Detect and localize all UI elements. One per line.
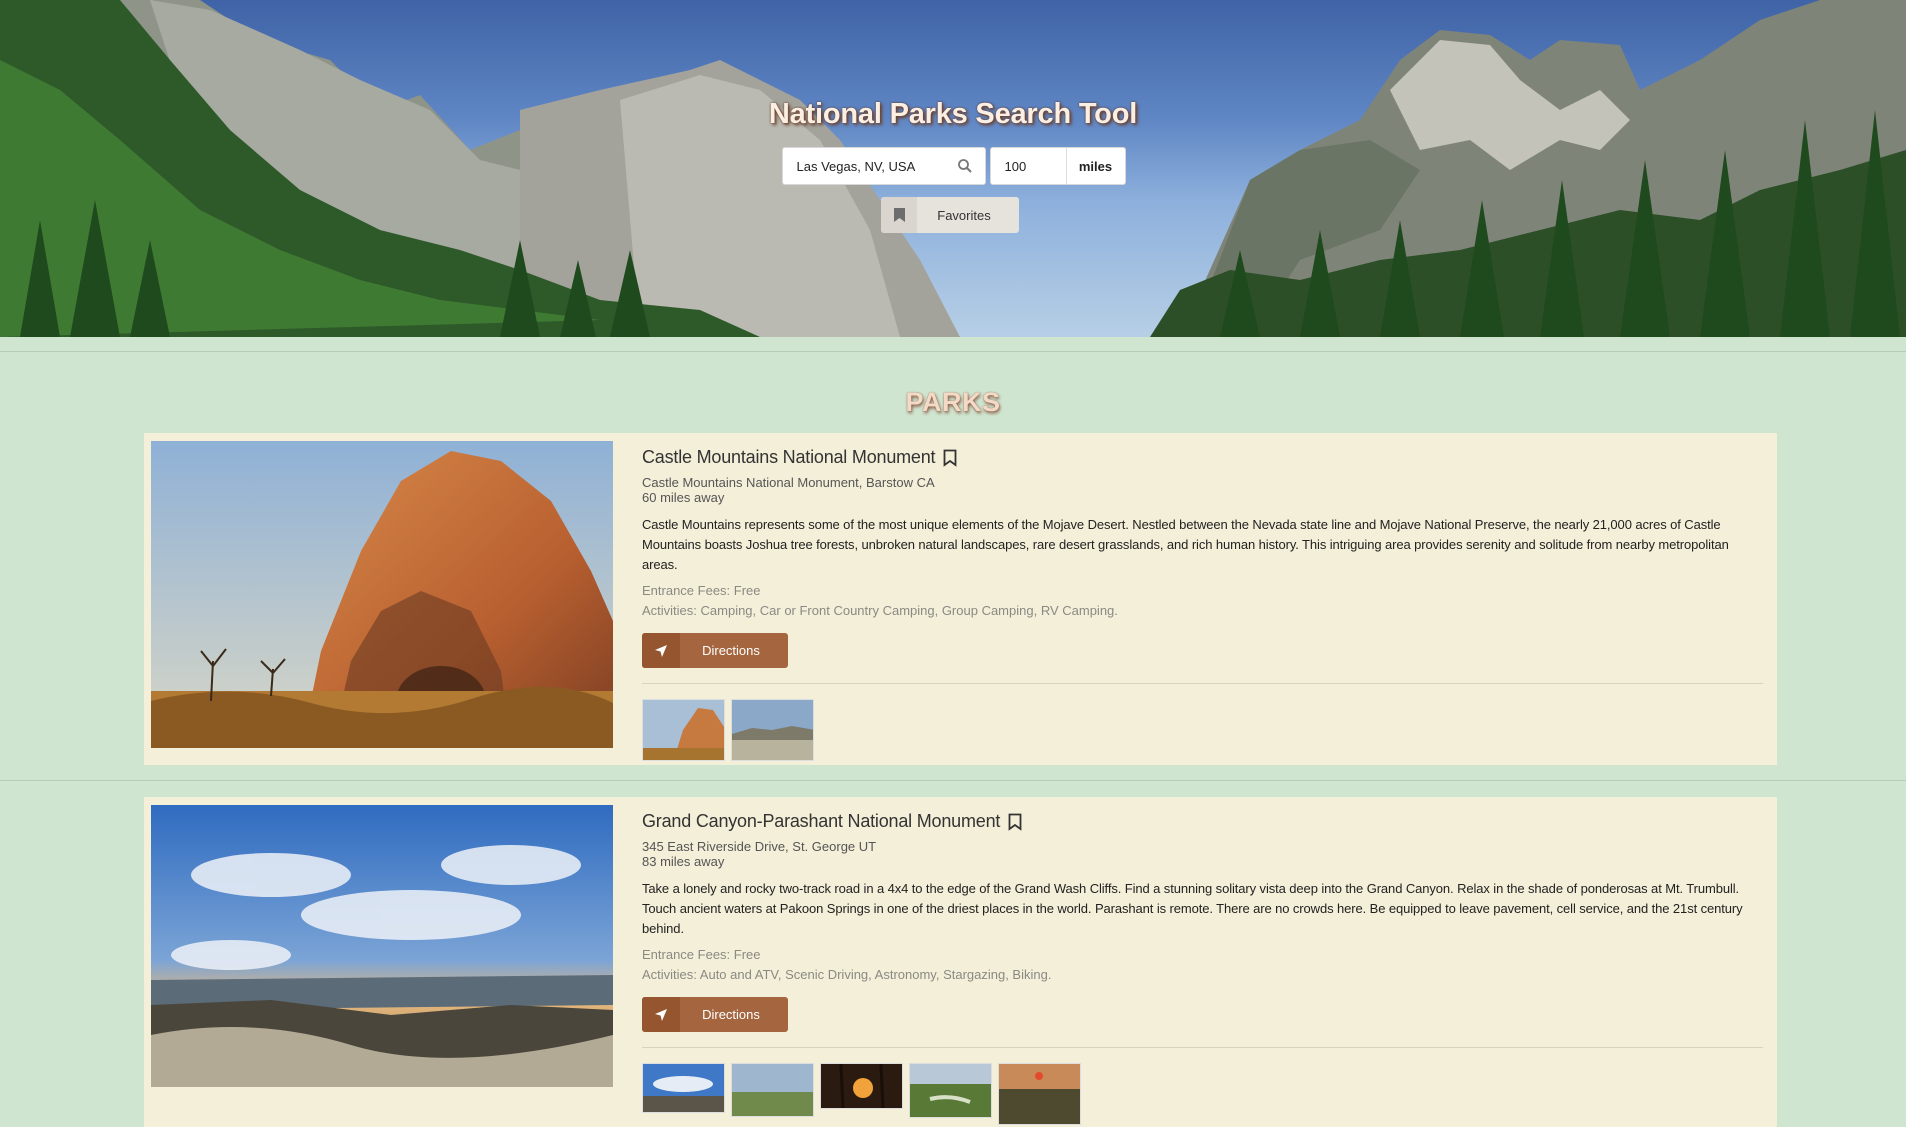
favorites-label: Favorites — [937, 207, 991, 223]
bookmark-icon[interactable] — [943, 449, 957, 467]
location-arrow-icon — [642, 997, 680, 1032]
directions-button[interactable]: Directions — [642, 633, 788, 668]
bookmark-icon — [881, 197, 917, 233]
directions-label: Directions — [702, 1007, 760, 1022]
park-fees: Entrance Fees: Free — [642, 947, 761, 962]
photo-thumbnail[interactable] — [820, 1063, 903, 1109]
park-activities: Activities: Auto and ATV, Scenic Driving… — [642, 967, 1052, 982]
card-divider — [642, 683, 1763, 684]
distance-group: miles — [989, 147, 1126, 185]
hero-banner: National Parks Search Tool miles Favorit… — [0, 0, 1906, 337]
location-search-box[interactable] — [781, 147, 986, 185]
directions-button[interactable]: Directions — [642, 997, 788, 1032]
park-distance: 83 miles away — [642, 854, 725, 869]
park-card: Castle Mountains National Monument Castl… — [144, 433, 1777, 765]
park-title-row: Castle Mountains National Monument — [642, 447, 1757, 468]
directions-label: Directions — [702, 643, 760, 658]
park-fees: Entrance Fees: Free — [642, 583, 761, 598]
park-card-body: Grand Canyon-Parashant National Monument… — [642, 805, 1769, 1125]
parks-heading: PARKS — [905, 387, 1001, 417]
bookmark-icon[interactable] — [1008, 813, 1022, 831]
park-card-body: Castle Mountains National Monument Castl… — [642, 441, 1769, 761]
park-name: Castle Mountains National Monument — [642, 447, 936, 467]
hero-content: National Parks Search Tool miles Favorit… — [0, 98, 1906, 233]
favorites-button[interactable]: Favorites — [881, 197, 1019, 233]
park-title-row: Grand Canyon-Parashant National Monument — [642, 811, 1757, 832]
hero-divider — [0, 351, 1906, 352]
location-arrow-icon — [642, 633, 680, 668]
park-name: Grand Canyon-Parashant National Monument — [642, 811, 1001, 831]
photo-thumbnail[interactable] — [642, 699, 725, 761]
photo-thumbnail[interactable] — [909, 1063, 992, 1118]
park-main-image[interactable] — [151, 805, 613, 1087]
photo-thumbnails — [642, 699, 1757, 761]
section-divider — [0, 780, 1906, 781]
park-description: Castle Mountains represents some of the … — [642, 517, 1729, 572]
park-card: Grand Canyon-Parashant National Monument… — [144, 797, 1777, 1127]
location-search-input[interactable] — [796, 158, 957, 174]
photo-thumbnail[interactable] — [731, 1063, 814, 1117]
park-address: 345 East Riverside Drive, St. George UT — [642, 839, 877, 854]
photo-thumbnail[interactable] — [642, 1063, 725, 1113]
distance-unit-label: miles — [1078, 158, 1113, 174]
park-description: Take a lonely and rocky two-track road i… — [642, 881, 1743, 936]
park-distance: 60 miles away — [642, 490, 725, 505]
search-row: miles — [1, 147, 1906, 185]
card-divider — [642, 1047, 1763, 1048]
photo-thumbnail[interactable] — [731, 699, 814, 761]
search-icon[interactable] — [957, 158, 973, 174]
park-main-image[interactable] — [151, 441, 613, 748]
park-activities: Activities: Camping, Car or Front Countr… — [642, 603, 1118, 618]
page-title: National Parks Search Tool — [768, 98, 1138, 130]
park-address: Castle Mountains National Monument, Bars… — [642, 475, 935, 490]
distance-input[interactable] — [990, 148, 1067, 184]
